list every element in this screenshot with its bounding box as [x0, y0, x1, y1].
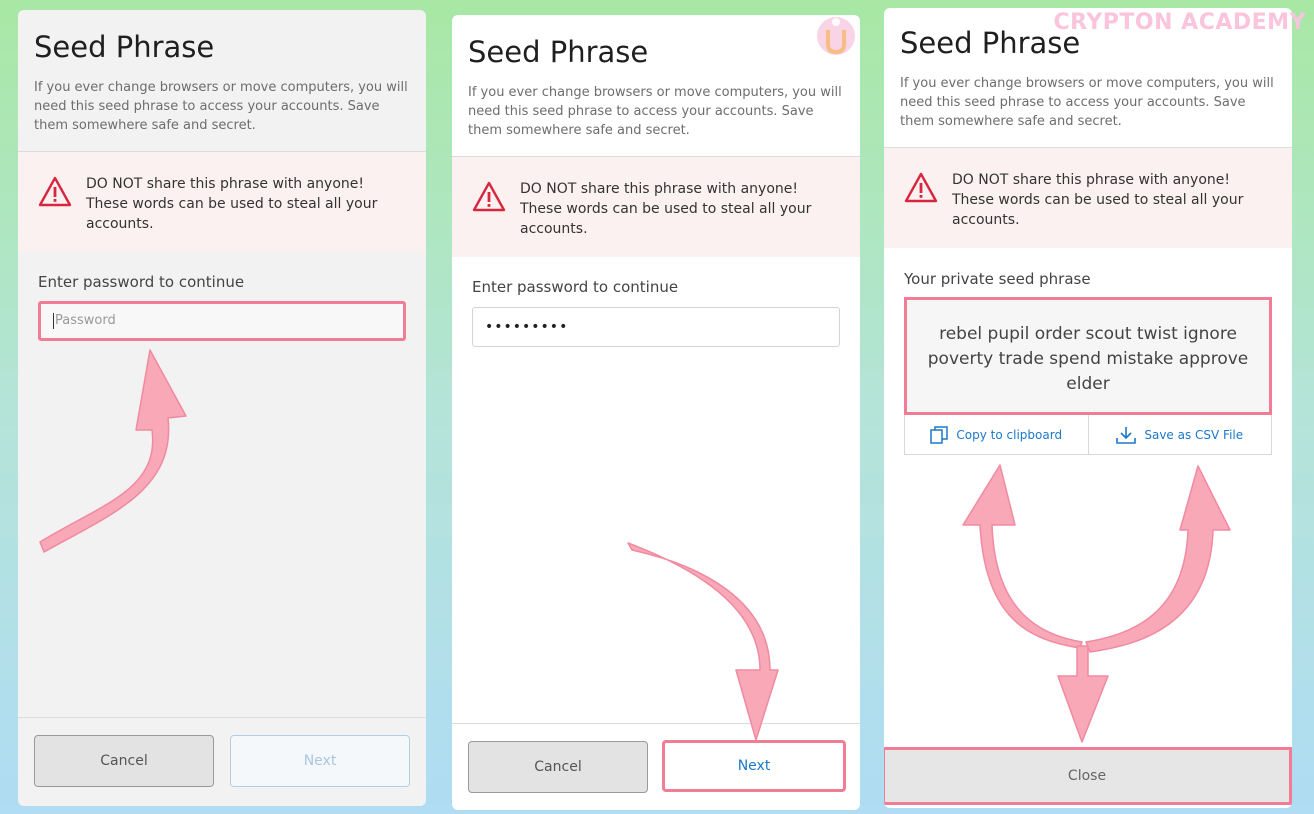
download-icon	[1116, 426, 1137, 444]
close-button[interactable]: Close	[884, 747, 1292, 805]
warning-banner: DO NOT share this phrase with anyone! Th…	[452, 157, 860, 257]
password-input[interactable]: Password	[38, 301, 406, 341]
password-input[interactable]: •••••••••	[472, 307, 840, 347]
password-label: Enter password to continue	[472, 278, 679, 296]
cancel-button[interactable]: Cancel	[468, 741, 648, 793]
save-csv-button[interactable]: Save as CSV File	[1087, 415, 1272, 454]
brand-watermark: CRYPTON ACADEMY	[1053, 10, 1306, 35]
text-caret	[53, 312, 54, 329]
csv-label: Save as CSV File	[1144, 427, 1244, 442]
footer-divider	[452, 723, 860, 724]
warning-icon	[904, 172, 938, 203]
footer-divider	[18, 717, 426, 718]
next-button-disabled[interactable]: Next	[230, 735, 410, 787]
warning-icon	[38, 176, 72, 207]
seed-phrase-panel-password: Seed Phrase If you ever change browsers …	[18, 10, 426, 806]
next-button[interactable]: Next	[662, 740, 846, 792]
warning-banner: DO NOT share this phrase with anyone! Th…	[884, 148, 1292, 248]
seed-actions: Copy to clipboard Save as CSV File	[904, 415, 1272, 455]
seed-phrase-panel-revealed: Seed Phrase If you ever change browsers …	[884, 8, 1292, 808]
copy-to-clipboard-button[interactable]: Copy to clipboard	[905, 415, 1088, 454]
page-description: If you ever change browsers or move comp…	[900, 76, 1274, 129]
password-placeholder: Password	[55, 313, 116, 328]
seed-phrase-label: Your private seed phrase	[904, 270, 1091, 288]
copy-icon	[930, 425, 949, 444]
seed-phrase-panel-password-filled: Seed Phrase If you ever change browsers …	[452, 15, 860, 810]
warning-text: DO NOT share this phrase with anyone! Th…	[952, 172, 1244, 228]
cancel-button[interactable]: Cancel	[34, 735, 214, 787]
warning-icon	[472, 181, 506, 212]
warning-text: DO NOT share this phrase with anyone! Th…	[86, 176, 378, 232]
warning-banner: DO NOT share this phrase with anyone! Th…	[18, 152, 426, 252]
warning-text: DO NOT share this phrase with anyone! Th…	[520, 181, 812, 237]
page-description: If you ever change browsers or move comp…	[34, 80, 408, 133]
password-label: Enter password to continue	[38, 273, 245, 291]
page-description: If you ever change browsers or move comp…	[468, 85, 842, 138]
copy-label: Copy to clipboard	[956, 427, 1063, 442]
page-title: Seed Phrase	[468, 35, 649, 69]
page-title: Seed Phrase	[34, 30, 215, 64]
seed-phrase-box[interactable]: rebel pupil order scout twist ignore pov…	[904, 297, 1272, 415]
brand-logo-icon	[817, 17, 855, 55]
